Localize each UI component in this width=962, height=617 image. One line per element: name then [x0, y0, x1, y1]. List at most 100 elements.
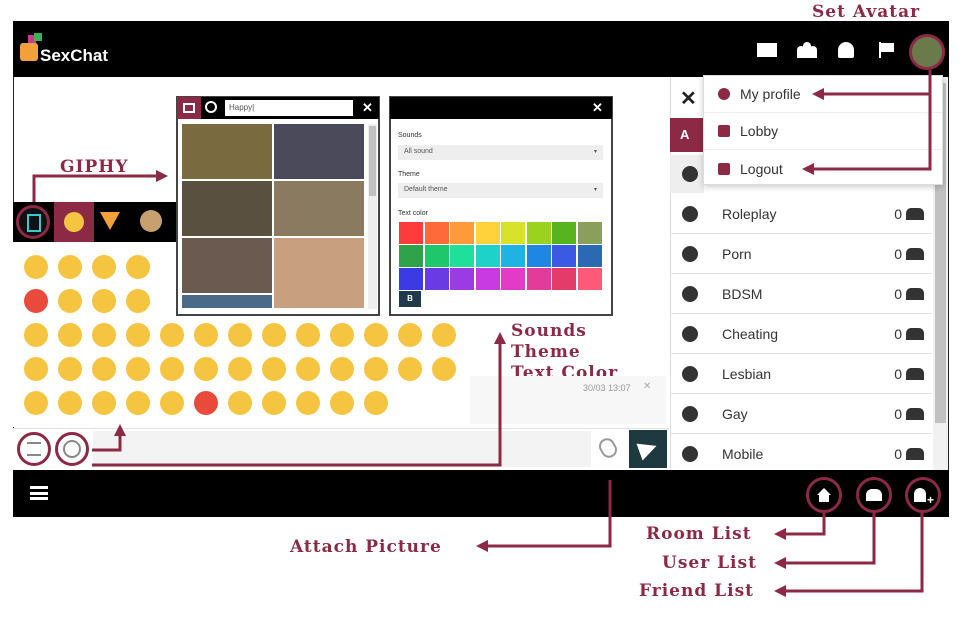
- sounds-label: Sounds: [398, 132, 422, 139]
- room-name: BDSM: [722, 285, 763, 302]
- color-swatch[interactable]: [424, 222, 449, 244]
- room-row[interactable]: Cheating 0: [670, 314, 932, 354]
- theme-select[interactable]: Default theme ▾: [398, 183, 603, 198]
- color-swatch[interactable]: [475, 245, 500, 267]
- room-list-button[interactable]: [806, 477, 842, 513]
- emoji-item[interactable]: [58, 255, 82, 279]
- room-row[interactable]: BDSM 0: [670, 274, 932, 314]
- user-list-button[interactable]: [856, 477, 892, 513]
- logo-text: SexChat: [40, 46, 109, 65]
- annotation-theme: Theme: [511, 342, 581, 362]
- gif-result[interactable]: [182, 124, 272, 179]
- room-name: Roleplay: [722, 205, 777, 222]
- color-swatch[interactable]: [475, 222, 500, 244]
- smiley-icon: [63, 440, 81, 458]
- users-icon: [866, 489, 882, 501]
- color-swatch[interactable]: [501, 245, 525, 267]
- room-row[interactable]: Gay 0: [670, 394, 932, 434]
- globe-icon: [682, 445, 698, 462]
- friends-icon[interactable]: [797, 42, 817, 58]
- users-icon: [906, 247, 924, 260]
- emoji-item[interactable]: [24, 289, 48, 313]
- bell-icon[interactable]: [838, 42, 854, 58]
- emoji-item[interactable]: [24, 391, 48, 415]
- color-swatch[interactable]: [526, 245, 551, 267]
- room-user-count: 0: [894, 285, 902, 302]
- smiley-icon[interactable]: [205, 101, 217, 113]
- gif-result[interactable]: [274, 238, 364, 308]
- send-button[interactable]: [629, 430, 667, 468]
- annotation-arrow-attach: [476, 480, 612, 552]
- color-swatch[interactable]: [577, 222, 602, 244]
- color-swatch[interactable]: [424, 268, 449, 290]
- settings-sliders-button[interactable]: [17, 432, 51, 466]
- color-swatch[interactable]: [552, 245, 576, 267]
- gif-result[interactable]: [182, 295, 272, 308]
- color-swatch[interactable]: [450, 268, 474, 290]
- emoji-item[interactable]: [92, 255, 116, 279]
- delete-message-icon[interactable]: ✕: [643, 381, 651, 392]
- emoji-item[interactable]: [24, 323, 48, 347]
- sounds-select[interactable]: All sound ▾: [398, 145, 603, 160]
- emoji-item[interactable]: [24, 357, 48, 381]
- avatar[interactable]: [909, 34, 945, 70]
- hamburger-menu-icon[interactable]: [30, 486, 48, 500]
- emoji-item[interactable]: [58, 357, 82, 381]
- color-swatch[interactable]: [399, 245, 423, 267]
- room-user-count: 0: [894, 445, 902, 462]
- gif-scrollbar[interactable]: [368, 124, 377, 309]
- color-swatch[interactable]: [424, 245, 449, 267]
- globe-icon: [682, 205, 698, 222]
- friend-list-button[interactable]: +: [905, 477, 941, 513]
- color-swatch[interactable]: [399, 268, 423, 290]
- text-color-label: Text color: [398, 210, 428, 217]
- gif-result[interactable]: [182, 238, 272, 293]
- color-swatch[interactable]: [475, 268, 500, 290]
- color-swatch[interactable]: [450, 245, 474, 267]
- room-row-partial[interactable]: [670, 155, 704, 193]
- emoji-item[interactable]: [24, 255, 48, 279]
- room-row[interactable]: Mobile 0: [670, 434, 932, 474]
- film-icon[interactable]: [177, 97, 201, 119]
- color-swatch[interactable]: [526, 268, 551, 290]
- flag-icon[interactable]: [879, 42, 895, 58]
- annotation-attach-picture: Attach Picture: [290, 537, 442, 557]
- giphy-tab[interactable]: [16, 205, 50, 239]
- gif-close-icon[interactable]: ✕: [362, 100, 373, 116]
- gif-result[interactable]: [182, 181, 272, 236]
- color-swatch[interactable]: [501, 222, 525, 244]
- home-icon: [718, 125, 730, 137]
- color-swatch[interactable]: [526, 222, 551, 244]
- emoji-item[interactable]: [58, 323, 82, 347]
- color-swatch[interactable]: [577, 245, 602, 267]
- color-swatch[interactable]: [450, 222, 474, 244]
- logo[interactable]: [20, 33, 42, 63]
- close-icon[interactable]: ✕: [680, 86, 697, 111]
- color-swatch[interactable]: [577, 268, 602, 290]
- emoji-item[interactable]: [126, 255, 150, 279]
- gif-search-input[interactable]: Happy|: [225, 100, 353, 116]
- gif-result[interactable]: [274, 124, 364, 179]
- emoji-button[interactable]: [55, 432, 89, 466]
- emoji-tab-smileys[interactable]: [54, 202, 94, 242]
- emoji-item[interactable]: [126, 289, 150, 313]
- room-row[interactable]: Porn 0: [670, 234, 932, 274]
- room-row[interactable]: Roleplay 0: [670, 194, 932, 234]
- color-swatch[interactable]: [552, 222, 576, 244]
- sliders-icon: [27, 442, 41, 456]
- emoji-item[interactable]: [58, 289, 82, 313]
- emoji-item[interactable]: [58, 391, 82, 415]
- gif-result[interactable]: [274, 181, 364, 236]
- color-swatch[interactable]: [501, 268, 525, 290]
- emoji-item[interactable]: [92, 289, 116, 313]
- settings-close-icon[interactable]: ✕: [592, 100, 603, 116]
- color-swatch[interactable]: [552, 268, 576, 290]
- emoji-tab-food[interactable]: [100, 212, 120, 230]
- room-user-count: 0: [894, 405, 902, 422]
- emoji-tab-animals[interactable]: [140, 210, 162, 232]
- room-user-count: 0: [894, 205, 902, 222]
- mail-icon[interactable]: [757, 43, 777, 57]
- bold-button[interactable]: B: [399, 291, 421, 307]
- color-swatch[interactable]: [399, 222, 423, 244]
- room-row[interactable]: Lesbian 0: [670, 354, 932, 394]
